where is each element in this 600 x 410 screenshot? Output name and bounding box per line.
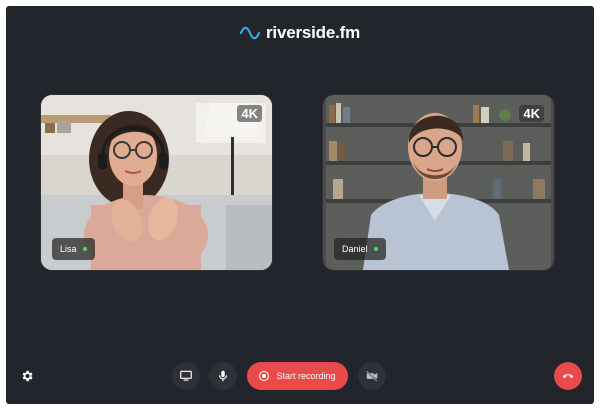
screen-share-button[interactable]: [172, 362, 200, 390]
wave-icon: [240, 26, 260, 40]
end-call-button[interactable]: [554, 362, 582, 390]
participant-tile-daniel[interactable]: 4K Daniel: [323, 95, 554, 270]
microphone-button[interactable]: [209, 362, 237, 390]
phone-hangup-icon: [562, 374, 574, 379]
monitor-icon: [180, 370, 192, 381]
settings-button[interactable]: [15, 362, 39, 390]
participant-name-tag: Daniel: [334, 238, 386, 260]
gear-icon: [22, 370, 33, 382]
studio-window: riverside.fm 4K Lisa 4K Daniel Start rec…: [6, 6, 594, 404]
participant-name: Lisa: [60, 244, 77, 254]
start-recording-button[interactable]: Start recording: [247, 362, 348, 390]
call-controls: Start recording: [6, 362, 594, 390]
microphone-icon: [218, 370, 228, 382]
quality-badge: 4K: [519, 105, 544, 122]
participant-tile-lisa[interactable]: 4K Lisa: [41, 95, 272, 270]
camera-off-icon: [366, 370, 378, 382]
record-icon: [259, 371, 270, 381]
participant-name-tag: Lisa: [52, 238, 95, 260]
online-status-dot: [82, 247, 87, 251]
start-recording-label: Start recording: [276, 371, 336, 381]
brand-name: riverside.fm: [266, 23, 360, 42]
camera-toggle-button[interactable]: [358, 362, 386, 390]
participant-name: Daniel: [342, 244, 368, 254]
quality-badge: 4K: [237, 105, 262, 122]
online-status-dot: [373, 247, 378, 251]
brand-header: riverside.fm: [6, 20, 594, 46]
